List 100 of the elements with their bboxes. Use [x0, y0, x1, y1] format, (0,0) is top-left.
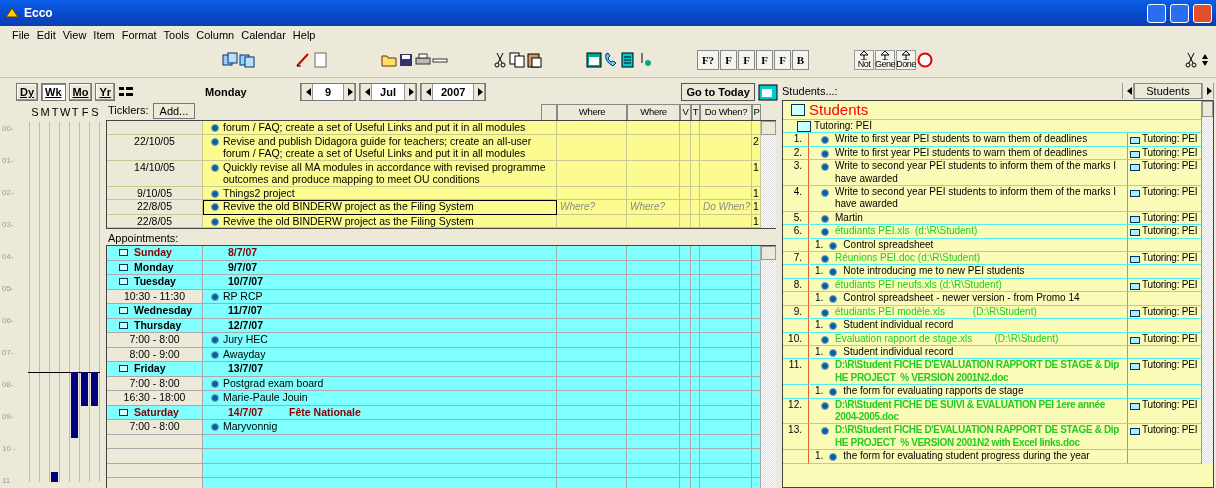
- table-cell: [557, 463, 627, 478]
- hour-label: 07-: [2, 347, 15, 359]
- task-text[interactable]: the form for evaluating rapports de stage: [843, 385, 1024, 398]
- format-button[interactable]: F: [774, 50, 791, 70]
- column-header[interactable]: Where: [627, 104, 680, 120]
- column-header[interactable]: Where: [557, 104, 627, 120]
- stop-icon[interactable]: [917, 52, 933, 68]
- scissors-icon[interactable]: [492, 52, 508, 68]
- task-text[interactable]: Control spreadsheet - newer version - from Promo 14: [843, 292, 1080, 305]
- task-text[interactable]: Write to first year PEI students to warn them of deadlines: [835, 146, 1088, 160]
- windows-icon[interactable]: [239, 52, 255, 68]
- tickler-text[interactable]: Revive the old BINDERW project as the Filing System: [223, 214, 474, 227]
- format-button[interactable]: F?: [697, 50, 719, 70]
- right-arrow-button[interactable]: [404, 84, 416, 100]
- appointment-text[interactable]: Awayday: [223, 347, 266, 361]
- task-text[interactable]: Student individual record: [843, 345, 954, 359]
- format-button[interactable]: F: [738, 50, 755, 70]
- folder-icon: [119, 408, 128, 416]
- appointment-text[interactable]: Jury HEC: [223, 333, 268, 347]
- item-number: 7.: [783, 252, 809, 266]
- appointment-text[interactable]: Maryvonnig: [223, 420, 278, 434]
- tickler-text[interactable]: forum / FAQ; create a set of Useful Links and put it in all modules: [223, 121, 526, 134]
- calendar-icon[interactable]: [757, 83, 778, 101]
- view-tab[interactable]: Mo: [68, 83, 93, 101]
- scroll-left-button[interactable]: [541, 104, 557, 120]
- menu-item[interactable]: Edit: [36, 28, 56, 41]
- scrollbar[interactable]: [761, 246, 776, 488]
- scrollbar[interactable]: [761, 121, 776, 228]
- task-text[interactable]: Martin: [835, 211, 863, 225]
- task-text[interactable]: the form for evaluating student progress during the year: [843, 450, 1090, 463]
- minimize-button[interactable]: [1147, 3, 1166, 23]
- right-arrow-button[interactable]: [343, 84, 356, 100]
- column-header[interactable]: P: [752, 104, 761, 120]
- right-arrow-button[interactable]: [473, 84, 486, 100]
- menu-item[interactable]: Calendar: [241, 28, 286, 41]
- bullet-icon: [821, 149, 829, 158]
- menu-item[interactable]: File: [12, 28, 30, 41]
- status-button[interactable]: Gene: [875, 50, 895, 70]
- task-text[interactable]: Write to second year PEI students to inform them of the marks I have awarded: [835, 186, 1127, 211]
- pen-icon[interactable]: [295, 52, 311, 68]
- tickler-text[interactable]: Things2 project: [223, 186, 295, 199]
- weekday-letter: M: [40, 106, 50, 118]
- bullet-icon: [821, 335, 829, 344]
- menu-item[interactable]: View: [62, 28, 87, 41]
- task-text[interactable]: Control spreadsheet: [843, 238, 934, 252]
- column-header[interactable]: Do When?: [700, 104, 752, 120]
- folder-icon[interactable]: [381, 52, 397, 68]
- bullet-icon: [821, 163, 829, 172]
- date-cell: 14/10/05: [107, 160, 203, 187]
- task-text[interactable]: Student individual record: [843, 319, 954, 332]
- left-arrow-button[interactable]: [421, 84, 433, 100]
- task-text[interactable]: Note introducing me to new PEI students: [843, 265, 1025, 278]
- view-tab[interactable]: Dy: [16, 83, 39, 101]
- tickler-text[interactable]: Quickly revise all MA modules in accordance with revised programme outcomes and produce mapping to meet OU conditions: [223, 160, 556, 186]
- phone-icon[interactable]: [603, 52, 619, 68]
- left-arrow-button[interactable]: [360, 84, 373, 100]
- appointment-text[interactable]: Marie-Paule Jouin: [223, 391, 308, 405]
- note-icon[interactable]: [620, 52, 636, 68]
- menu-item[interactable]: Column: [196, 28, 235, 41]
- right-arrow-button[interactable]: [1202, 83, 1214, 99]
- left-arrow-button[interactable]: [301, 84, 314, 100]
- format-button[interactable]: F: [756, 50, 773, 70]
- status-button[interactable]: Done: [896, 50, 916, 70]
- table-cell: [700, 362, 752, 377]
- task-text[interactable]: Write to second year PEI students to inform them of the marks I have awarded: [835, 160, 1127, 186]
- calendar-icon[interactable]: [586, 52, 602, 68]
- menu-item[interactable]: Item: [93, 28, 115, 41]
- table-cell: [691, 463, 700, 478]
- save-icon[interactable]: [398, 52, 414, 68]
- task-text[interactable]: Write to first year PEI students to warn them of deadlines: [835, 133, 1088, 146]
- group-label[interactable]: Tutoring: PEI: [814, 120, 872, 133]
- format-button[interactable]: B: [792, 50, 809, 70]
- go-to-today-button[interactable]: Go to Today: [681, 83, 755, 101]
- add-button[interactable]: Add...: [152, 103, 196, 119]
- tickler-text[interactable]: Revive the old BINDERW project as the Filing System: [223, 200, 474, 214]
- close-button[interactable]: [1193, 3, 1212, 23]
- app-icon[interactable]: [4, 5, 20, 21]
- tickler-text[interactable]: Revise and publish Didagora guide for teachers; create an all-user forum / FAQ; create a set of Useful Links and put it in all modules: [223, 134, 556, 160]
- maximize-button[interactable]: [1170, 3, 1189, 23]
- table-cell: [680, 160, 691, 187]
- copy-icon[interactable]: [509, 52, 525, 68]
- menu-item[interactable]: Tools: [163, 28, 190, 41]
- column-header[interactable]: Students: [1134, 83, 1202, 99]
- menu-item[interactable]: Help: [292, 28, 316, 41]
- printer-icon[interactable]: [415, 52, 431, 68]
- menu-item[interactable]: Format: [121, 28, 157, 41]
- scissors-icon[interactable]: [1183, 52, 1199, 68]
- view-tab[interactable]: Wk: [41, 83, 66, 101]
- scrollbar[interactable]: [1201, 101, 1213, 464]
- left-arrow-button[interactable]: [1122, 83, 1134, 99]
- status-button[interactable]: Not: [854, 50, 874, 70]
- paste-icon[interactable]: [526, 52, 542, 68]
- table-cell: [691, 214, 700, 228]
- table-cell: [783, 385, 809, 399]
- appointment-text[interactable]: Postgrad exam board: [223, 376, 324, 390]
- spin-arrows-icon[interactable]: [1200, 52, 1210, 68]
- format-button[interactable]: F: [720, 50, 737, 70]
- view-tab[interactable]: Yr: [95, 83, 116, 101]
- windows-icon[interactable]: [222, 52, 238, 68]
- appointment-text[interactable]: RP RCP: [223, 289, 263, 303]
